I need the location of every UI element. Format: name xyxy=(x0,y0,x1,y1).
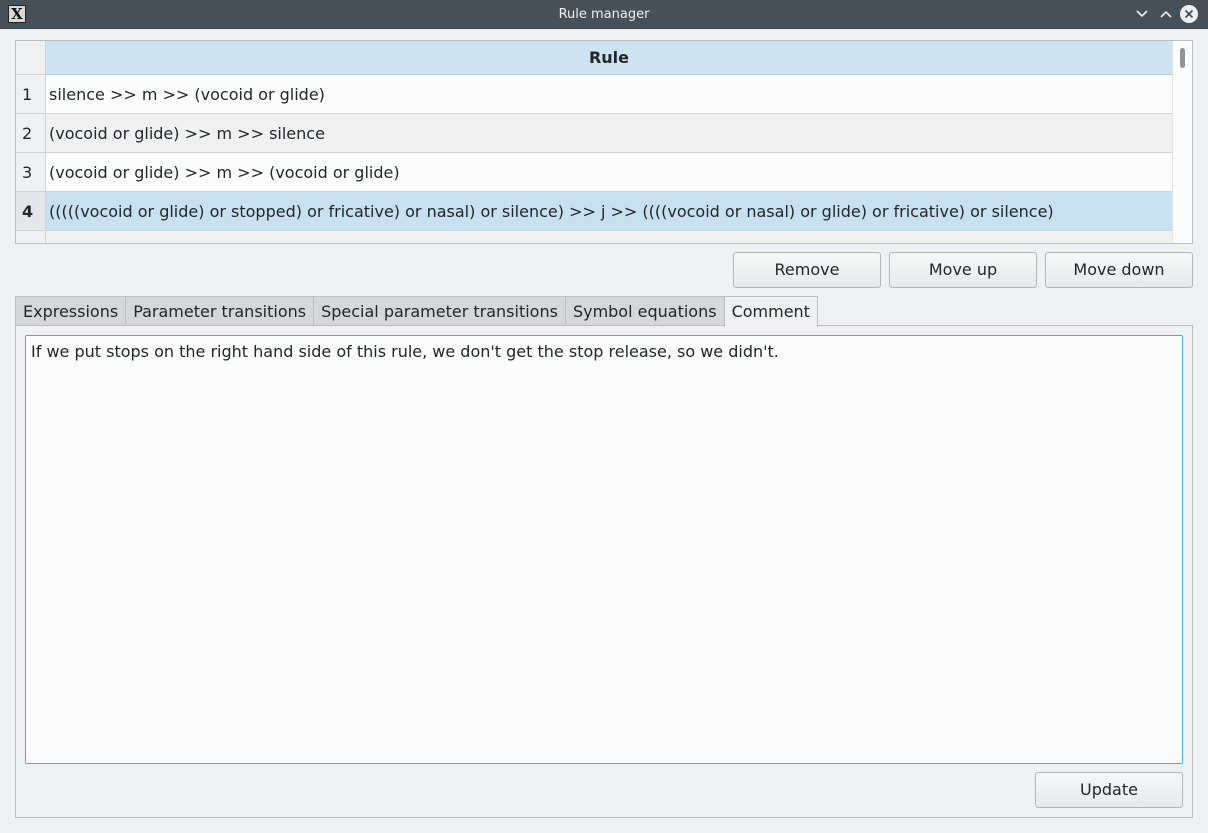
title-bar: X Rule manager xyxy=(0,0,1208,29)
table-vertical-scrollbar[interactable] xyxy=(1172,41,1192,243)
tab-symbol-equations[interactable]: Symbol equations xyxy=(564,296,725,326)
close-button[interactable] xyxy=(1180,5,1198,23)
column-header-rule[interactable]: Rule xyxy=(46,41,1172,75)
row-number[interactable]: 1 xyxy=(16,75,46,114)
table-row[interactable]: 1 silence >> m >> (vocoid or glide) xyxy=(16,75,1172,114)
tab-expressions[interactable]: Expressions xyxy=(15,296,127,326)
close-circle xyxy=(1180,5,1198,23)
row-number[interactable]: 4 xyxy=(16,192,46,231)
scrollbar-thumb[interactable] xyxy=(1180,48,1185,68)
window-title: Rule manager xyxy=(558,7,650,22)
table-row[interactable] xyxy=(16,231,1172,243)
move-up-button[interactable]: Move up xyxy=(889,252,1037,288)
table-row[interactable]: 3 (vocoid or glide) >> m >> (vocoid or g… xyxy=(16,153,1172,192)
row-number[interactable]: 3 xyxy=(16,153,46,192)
maximize-button[interactable] xyxy=(1157,5,1175,23)
chevron-up-icon xyxy=(1160,10,1172,18)
tab-parameter-transitions[interactable]: Parameter transitions xyxy=(125,296,315,326)
table-row[interactable]: 2 (vocoid or glide) >> m >> silence xyxy=(16,114,1172,153)
tab-bar: Expressions Parameter transitions Specia… xyxy=(15,296,818,327)
update-button[interactable]: Update xyxy=(1035,772,1183,808)
close-icon xyxy=(1184,9,1194,19)
tab-comment[interactable]: Comment xyxy=(723,296,818,327)
table-corner[interactable] xyxy=(16,41,46,75)
rule-cell[interactable]: (vocoid or glide) >> m >> (vocoid or gli… xyxy=(46,153,1172,192)
rule-cell[interactable]: (vocoid or glide) >> m >> silence xyxy=(46,114,1172,153)
rules-table: Rule 1 silence >> m >> (vocoid or glide)… xyxy=(15,40,1193,244)
row-number[interactable] xyxy=(16,231,46,243)
row-number[interactable]: 2 xyxy=(16,114,46,153)
minimize-button[interactable] xyxy=(1133,5,1151,23)
remove-button[interactable]: Remove xyxy=(733,252,881,288)
comment-text-area[interactable]: If we put stops on the right hand side o… xyxy=(25,335,1183,764)
rule-cell[interactable]: silence >> m >> (vocoid or glide) xyxy=(46,75,1172,114)
chevron-down-icon xyxy=(1136,10,1148,18)
move-down-button[interactable]: Move down xyxy=(1045,252,1193,288)
table-row-selected[interactable]: 4 (((((vocoid or glide) or stopped) or f… xyxy=(16,192,1172,231)
rule-cell[interactable] xyxy=(46,231,1172,243)
tab-special-parameter-transitions[interactable]: Special parameter transitions xyxy=(313,296,566,326)
rule-cell[interactable]: (((((vocoid or glide) or stopped) or fri… xyxy=(46,192,1172,231)
